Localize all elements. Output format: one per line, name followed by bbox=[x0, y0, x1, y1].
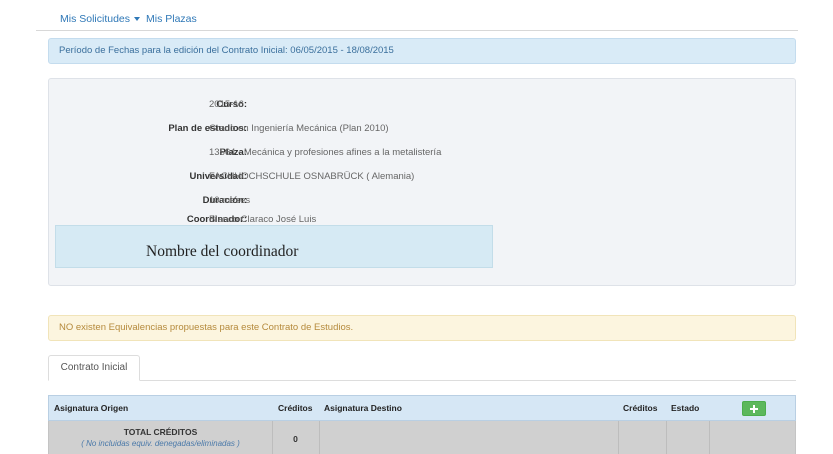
info-value: Blanco Claraco José Luis bbox=[209, 214, 317, 225]
tab-contrato-inicial[interactable]: Contrato Inicial bbox=[48, 355, 140, 381]
total-credits-value: 0 bbox=[293, 434, 298, 444]
mis-plazas-link[interactable]: Mis Plazas bbox=[146, 13, 197, 25]
mis-solicitudes-label: Mis Solicitudes bbox=[60, 13, 131, 25]
info-value: 2015-16 bbox=[209, 99, 244, 110]
info-value: 13564 - Mecánica y profesiones afines a … bbox=[209, 147, 442, 158]
table-header: Asignatura Origen Créditos Asignatura De… bbox=[48, 395, 796, 421]
header-asignatura-origen: Asignatura Origen bbox=[54, 403, 129, 413]
coordinator-annotation-box: Nombre del coordinador bbox=[55, 225, 493, 268]
coordinator-annotation-text: Nombre del coordinador bbox=[146, 243, 299, 260]
mis-solicitudes-dropdown[interactable]: Mis Solicitudes bbox=[60, 13, 141, 25]
caret-down-icon bbox=[134, 17, 141, 22]
header-creditos-origen: Créditos bbox=[278, 403, 313, 413]
add-equivalence-button[interactable] bbox=[742, 401, 766, 416]
info-value: Grado en Ingeniería Mecánica (Plan 2010) bbox=[209, 123, 389, 134]
top-navbar: Mis Solicitudes Mis Plazas bbox=[36, 8, 798, 31]
header-asignatura-destino: Asignatura Destino bbox=[324, 403, 402, 413]
info-row-plaza: Plaza: 13564 - Mecánica y profesiones af… bbox=[49, 147, 795, 161]
info-row-plan: Plan de estudios: Grado en Ingeniería Me… bbox=[49, 123, 795, 137]
equivalences-table: Asignatura Origen Créditos Asignatura De… bbox=[48, 395, 796, 454]
info-value: FACHHOCHSCHULE OSNABRÜCK ( Alemania) bbox=[209, 171, 415, 182]
total-credits-row: TOTAL CRÉDITOS ( No incluidas equiv. den… bbox=[48, 421, 796, 454]
info-row-curso: Curso: 2015-16 bbox=[49, 99, 795, 113]
total-credits-label: TOTAL CRÉDITOS bbox=[123, 427, 198, 437]
total-credits-note: ( No incluidas equiv. denegadas/eliminad… bbox=[81, 439, 240, 448]
header-estado: Estado bbox=[671, 403, 700, 413]
no-equivalences-warning: NO existen Equivalencias propuestas para… bbox=[48, 315, 796, 341]
tabs-divider bbox=[48, 380, 796, 381]
header-creditos-destino: Créditos bbox=[623, 403, 658, 413]
info-value: 10 meses bbox=[209, 195, 251, 206]
period-info-alert: Período de Fechas para la edición del Co… bbox=[48, 38, 796, 64]
info-row-duracion: Duración: 10 meses bbox=[49, 195, 795, 209]
info-row-universidad: Universidad: FACHHOCHSCHULE OSNABRÜCK ( … bbox=[49, 171, 795, 185]
